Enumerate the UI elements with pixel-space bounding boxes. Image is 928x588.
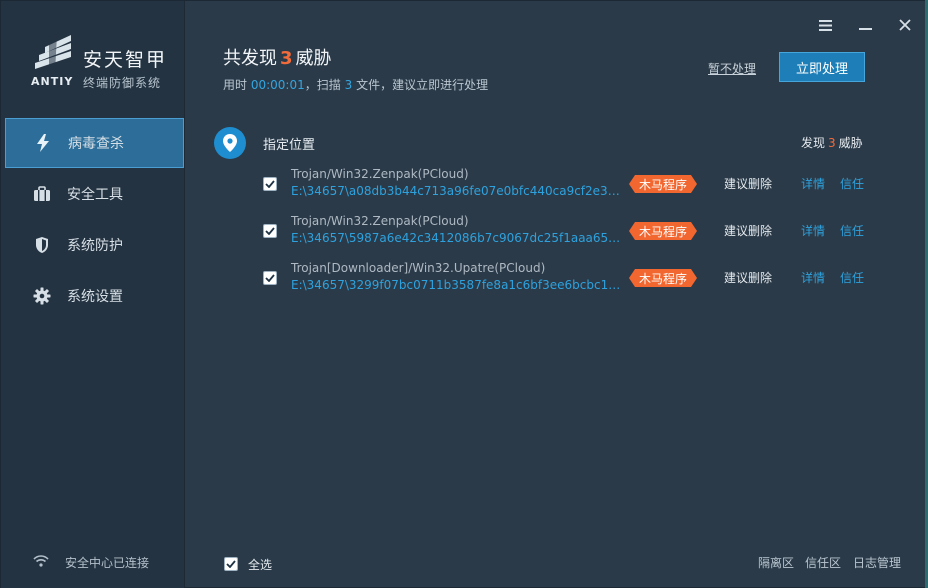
trust-zone-link[interactable]: 信任区: [805, 554, 841, 571]
threat-type-badge: 木马程序: [629, 269, 697, 287]
threat-trust-link[interactable]: 信任: [840, 175, 864, 192]
checkmark-icon: [265, 274, 275, 282]
app-subtitle: 终端防御系统: [83, 76, 162, 90]
threat-trust-link[interactable]: 信任: [840, 269, 864, 286]
threat-detail-link[interactable]: 详情: [801, 269, 825, 286]
connection-status-text: 安全中心已连接: [65, 555, 150, 570]
select-all-label: 全选: [248, 557, 273, 572]
location-threat-count: 发现 3 威胁: [801, 134, 863, 151]
elapsed-time: 00:00:01: [250, 78, 305, 92]
sidebar-item-security-tools[interactable]: 安全工具: [1, 169, 185, 219]
wifi-icon: [33, 554, 49, 570]
sidebar-item-label: 系统防护: [67, 238, 123, 254]
select-all[interactable]: 全选: [224, 556, 272, 572]
page-title: 共发现 3 威胁: [223, 44, 332, 70]
logo-brand-text: ANTIY: [31, 75, 74, 88]
threat-type-badge: 木马程序: [629, 175, 697, 193]
close-icon: [899, 19, 911, 31]
connection-status: 安全中心已连接: [33, 552, 149, 572]
threat-path[interactable]: E:\34657\5987a6e42c3412086b7c9067dc25f1a…: [291, 231, 621, 245]
threat-checkbox[interactable]: [263, 271, 277, 285]
menu-icon: [818, 19, 832, 31]
found-count: 3: [828, 136, 836, 150]
threat-name: Trojan/Win32.Zenpak(PCloud): [291, 167, 469, 181]
app-title: 安天智甲: [83, 49, 168, 71]
quarantine-link[interactable]: 隔离区: [758, 554, 794, 571]
sidebar-nav: 病毒查杀 安全工具 系统防护 系统设置: [1, 118, 185, 322]
threat-path[interactable]: E:\34657\a08db3b44c713a96fe07e0bfc440ca9…: [291, 184, 621, 198]
threat-checkbox[interactable]: [263, 177, 277, 191]
sidebar-item-system-protection[interactable]: 系统防护: [1, 220, 185, 270]
ignore-link[interactable]: 暂不处理: [708, 60, 756, 77]
threat-checkbox[interactable]: [263, 224, 277, 238]
sidebar-item-label: 安全工具: [67, 187, 123, 203]
title-suffix: 威胁: [295, 48, 332, 69]
threat-suggestion[interactable]: 建议删除: [724, 175, 772, 192]
minimize-icon: [858, 28, 872, 30]
main-window: ANTIY 安天智甲 终端防御系统 病毒查杀 安全工具 系统防护 系统设置 安全…: [0, 0, 928, 588]
location-title: 指定位置: [263, 138, 316, 153]
threat-path[interactable]: E:\34657\3299f07bc0711b3587fe8a1c6bf3ee6…: [291, 278, 621, 292]
threat-detail-link[interactable]: 详情: [801, 222, 825, 239]
checkmark-icon: [265, 227, 275, 235]
scan-label: ，扫描: [304, 78, 341, 92]
select-all-checkbox[interactable]: [224, 557, 238, 571]
threat-row: Trojan/Win32.Zenpak(PCloud) E:\34657\598…: [263, 214, 873, 254]
checkmark-icon: [265, 180, 275, 188]
threat-trust-link[interactable]: 信任: [840, 222, 864, 239]
logo: ANTIY 安天智甲 终端防御系统: [27, 31, 177, 91]
scan-summary: 用时 00:00:01，扫描 3 文件，建议立即进行处理: [223, 76, 488, 93]
scanned-file-count: 3: [344, 78, 353, 92]
lightning-icon: [34, 134, 52, 152]
scan-suffix: 文件，建议立即进行处理: [356, 78, 489, 92]
threat-type-badge: 木马程序: [629, 222, 697, 240]
time-label: 用时: [223, 78, 248, 92]
minimize-button[interactable]: [855, 15, 875, 35]
threat-row: Trojan[Downloader]/Win32.Upatre(PCloud) …: [263, 261, 873, 301]
threat-name: Trojan[Downloader]/Win32.Upatre(PCloud): [291, 261, 546, 275]
sidebar-item-label: 系统设置: [67, 289, 123, 305]
antiy-logo-icon: [35, 34, 71, 73]
location-pin-icon: [214, 127, 246, 159]
threat-detail-link[interactable]: 详情: [801, 175, 825, 192]
threat-suggestion[interactable]: 建议删除: [724, 269, 772, 286]
shield-icon: [33, 236, 51, 254]
threat-count: 3: [280, 48, 293, 69]
found-prefix: 发现: [801, 136, 826, 150]
gear-icon: [33, 287, 51, 305]
title-prefix: 共发现: [223, 48, 277, 69]
sidebar-item-label: 病毒查杀: [68, 136, 124, 152]
close-button[interactable]: [895, 15, 915, 35]
sidebar: ANTIY 安天智甲 终端防御系统 病毒查杀 安全工具 系统防护 系统设置 安全…: [1, 1, 185, 588]
threat-name: Trojan/Win32.Zenpak(PCloud): [291, 214, 469, 228]
sidebar-item-system-settings[interactable]: 系统设置: [1, 271, 185, 321]
sidebar-item-virus-scan[interactable]: 病毒查杀: [5, 118, 184, 168]
threat-suggestion[interactable]: 建议删除: [724, 222, 772, 239]
log-management-link[interactable]: 日志管理: [853, 554, 901, 571]
checkmark-icon: [226, 560, 236, 568]
menu-button[interactable]: [815, 15, 835, 35]
handle-now-button[interactable]: 立即处理: [779, 52, 865, 82]
threat-row: Trojan/Win32.Zenpak(PCloud) E:\34657\a08…: [263, 167, 873, 207]
briefcase-icon: [33, 185, 51, 203]
found-suffix: 威胁: [838, 136, 863, 150]
